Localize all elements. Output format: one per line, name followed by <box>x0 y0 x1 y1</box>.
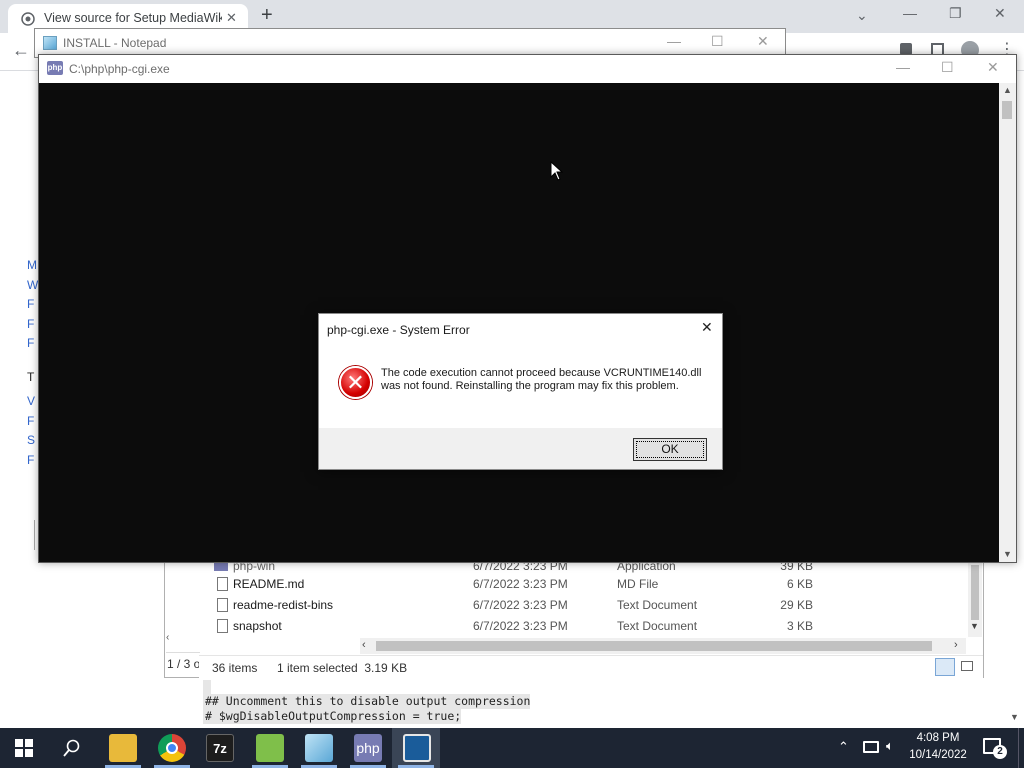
file-row[interactable]: readme-redist-bins 6/7/2022 3:23 PM Text… <box>213 595 813 615</box>
file-type: Text Document <box>617 619 698 633</box>
page-link[interactable]: F <box>27 297 34 311</box>
file-date: 6/7/2022 3:23 PM <box>473 619 568 633</box>
network-icon[interactable] <box>863 741 879 753</box>
file-date: 6/7/2022 3:23 PM <box>473 577 568 591</box>
mouse-cursor-icon <box>550 161 564 181</box>
file-explorer-icon[interactable] <box>109 734 137 762</box>
page-section-heading: T <box>27 370 35 384</box>
notepad-icon <box>43 36 57 50</box>
tab-search-icon[interactable]: ⌄ <box>856 7 868 24</box>
tray-chevron-icon[interactable]: ⌃ <box>838 739 849 755</box>
file-name: README.md <box>233 577 305 591</box>
file-icon <box>217 577 228 591</box>
chrome-icon[interactable] <box>158 734 186 762</box>
minimize-icon[interactable]: — <box>667 33 681 49</box>
page-scroll-down-icon[interactable]: ▼ <box>1010 712 1019 722</box>
close-icon[interactable]: ✕ <box>987 59 999 76</box>
minimize-icon[interactable]: — <box>896 59 910 75</box>
dialog-close-icon[interactable]: ✕ <box>701 319 713 336</box>
status-selection: 1 item selected 3.19 KB <box>277 661 408 675</box>
show-desktop-button[interactable] <box>1018 728 1024 768</box>
maximize-icon[interactable]: ☐ <box>941 59 954 76</box>
file-size: 29 KB <box>780 598 813 612</box>
explorer-hscrollbar[interactable]: ‹ › <box>360 638 966 654</box>
system-error-dialog[interactable]: php-cgi.exe - System Error ✕ ✕ The code … <box>318 313 723 470</box>
volume-icon[interactable]: 🔈︎ <box>886 738 894 754</box>
explorer-nav-pane <box>165 561 198 633</box>
notepad-title: INSTALL - Notepad <box>63 36 167 50</box>
page-link[interactable]: F <box>27 453 34 467</box>
file-size: 6 KB <box>786 577 813 591</box>
file-name: readme-redist-bins <box>233 598 334 612</box>
php-icon: php <box>47 61 63 75</box>
file-name: snapshot <box>233 619 282 633</box>
editor-line: ## Uncomment this to disable output comp… <box>203 694 531 709</box>
explorer-vscrollbar[interactable]: ▼ <box>968 561 982 637</box>
new-tab-button[interactable]: + <box>261 4 273 27</box>
browser-tab-title: View source for Setup MediaWik <box>44 11 222 25</box>
file-type: MD File <box>617 577 659 591</box>
close-icon[interactable]: ✕ <box>994 5 1006 22</box>
back-button[interactable]: ← <box>12 40 30 61</box>
editor-highlight <box>203 680 211 694</box>
notepad-icon[interactable] <box>305 734 333 762</box>
hscroll-thumb[interactable] <box>376 641 932 651</box>
page-link[interactable]: M <box>27 258 37 272</box>
scroll-thumb[interactable] <box>1002 101 1012 119</box>
notepad-plus-icon[interactable] <box>256 734 284 762</box>
console-titlebar: php C:\php\php-cgi.exe — ☐ ✕ <box>39 55 1016 83</box>
editor-line: # $wgDisableOutputCompression = true; <box>203 709 462 724</box>
console-scrollbar[interactable]: ▲ ▼ <box>999 83 1016 562</box>
file-row[interactable]: snapshot 6/7/2022 3:23 PM Text Document … <box>213 616 813 636</box>
dialog-footer: OK <box>319 428 722 469</box>
scroll-up-icon[interactable]: ▲ <box>1003 85 1012 95</box>
7zip-icon[interactable]: 7z <box>206 734 234 762</box>
minimize-icon[interactable]: — <box>903 5 917 21</box>
window-app-icon[interactable] <box>403 734 431 762</box>
large-icons-view-icon[interactable] <box>961 661 973 671</box>
scroll-down-icon[interactable]: ▼ <box>1003 549 1012 559</box>
page-link[interactable]: F <box>27 336 34 350</box>
scroll-right-icon[interactable]: › <box>954 639 958 651</box>
maximize-icon[interactable]: ☐ <box>711 33 724 50</box>
details-view-icon[interactable] <box>935 658 955 676</box>
tab-close-icon[interactable]: ✕ <box>226 10 237 26</box>
page-link[interactable]: F <box>27 414 34 428</box>
file-size: 3 KB <box>786 619 813 633</box>
page-indicator: 1 / 3 o <box>166 652 200 674</box>
file-type: Text Document <box>617 598 698 612</box>
text-file-icon <box>217 619 228 633</box>
page-link[interactable]: S <box>27 433 35 447</box>
scroll-thumb[interactable] <box>971 565 979 620</box>
scroll-left-icon[interactable]: ‹ <box>362 639 366 651</box>
clock-date[interactable]: 10/14/2022 <box>906 749 970 761</box>
dialog-message: The code execution cannot proceed becaus… <box>381 367 702 392</box>
php-cgi-console-window[interactable]: php C:\php\php-cgi.exe — ☐ ✕ ▲ ▼ <box>38 54 1017 563</box>
close-icon[interactable]: ✕ <box>757 33 769 50</box>
ok-button[interactable]: OK <box>633 438 707 461</box>
nav-scroll-left-icon[interactable]: ‹ <box>166 632 169 643</box>
console-title: C:\php\php-cgi.exe <box>69 62 170 76</box>
php-icon[interactable]: php <box>354 734 382 762</box>
restore-icon[interactable]: ❐ <box>949 5 962 22</box>
page-link[interactable]: F <box>27 317 34 331</box>
taskbar: 7z php ⌃ 🔈︎ 4:08 PM 10/14/2022 2 <box>0 728 1024 768</box>
file-date: 6/7/2022 3:23 PM <box>473 598 568 612</box>
notification-badge: 2 <box>993 745 1007 759</box>
file-row[interactable]: README.md 6/7/2022 3:23 PM MD File 6 KB <box>213 574 813 594</box>
search-icon[interactable] <box>63 739 81 757</box>
dialog-title: php-cgi.exe - System Error <box>327 323 470 337</box>
editor-text: ## Uncomment this to disable output comp… <box>203 694 531 724</box>
page-link[interactable]: V <box>27 394 35 408</box>
error-icon: ✕ <box>339 366 372 399</box>
text-file-icon <box>217 598 228 612</box>
explorer-status-bar: 36 items 1 item selected 3.19 KB <box>199 655 983 678</box>
status-items-count: 36 items <box>212 661 258 675</box>
clock-time[interactable]: 4:08 PM <box>906 732 970 744</box>
windows-start-icon[interactable] <box>15 739 33 757</box>
page-link[interactable]: W <box>27 278 38 292</box>
globe-icon <box>21 12 35 26</box>
scroll-down-icon[interactable]: ▼ <box>970 621 979 631</box>
